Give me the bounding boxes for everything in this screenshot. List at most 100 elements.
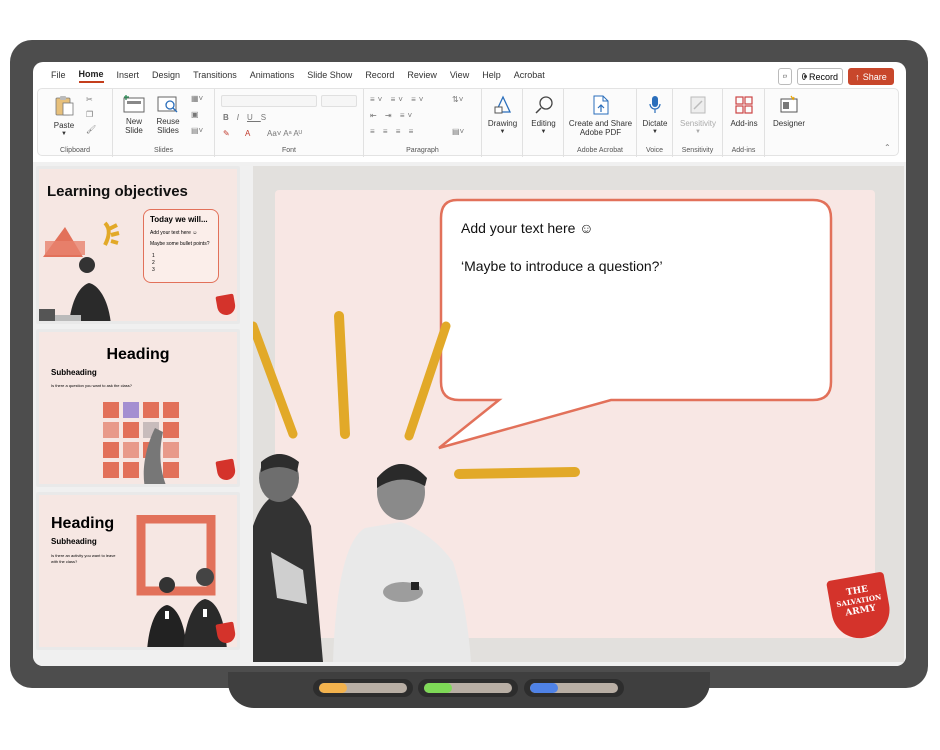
dictate-label: Dictate [642, 119, 668, 128]
thumb1-illustration [39, 221, 120, 321]
add-ins-button[interactable]: Add-ins [725, 95, 763, 128]
thumb1-box-line2: Maybe some bullet points? [150, 241, 210, 247]
bubble-text-line1[interactable]: Add your text here ☺ [461, 220, 594, 236]
font-group-label: Font [281, 147, 296, 154]
layout-icon[interactable]: ▦˅ [191, 94, 203, 103]
tab-animations[interactable]: Animations [250, 68, 295, 82]
marker-orange-icon [313, 679, 413, 697]
group-sensitivity: Sensitivity ▼ Sensitivity [673, 89, 723, 157]
section-icon[interactable]: ▤˅ [191, 126, 203, 135]
text-format-buttons[interactable]: BIUS [223, 113, 274, 122]
tab-transitions[interactable]: Transitions [193, 68, 237, 82]
font-name-dropdown[interactable] [221, 95, 317, 107]
editing-label: Editing [531, 119, 556, 128]
align-buttons[interactable]: ≡ ≡ ≡ ≡ [370, 127, 416, 136]
columns-icon[interactable]: ▤˅ [452, 127, 464, 136]
new-slide-button[interactable]: New Slide [119, 95, 149, 135]
create-share-pdf-label: Create and Share Adobe PDF [568, 119, 633, 137]
group-font: BIUS ✎ A Aa˅ Aᵃ Aᵁ Font [215, 89, 364, 157]
drawing-button[interactable]: Drawing ▼ [484, 95, 521, 137]
adobe-acrobat-group-label: Adobe Acrobat [577, 147, 623, 154]
slide-thumbnail-1[interactable]: Learning objectives Today we will... Add… [36, 166, 240, 324]
reuse-slides-icon [157, 96, 178, 113]
editing-button[interactable]: Editing ▼ [525, 95, 562, 137]
voice-group-label: Voice [645, 147, 664, 154]
drawing-icon [494, 95, 511, 114]
add-ins-icon [735, 96, 753, 114]
tab-record[interactable]: Record [365, 68, 394, 82]
copy-icon[interactable]: ❐ [86, 110, 93, 119]
record-label: Record [808, 71, 838, 82]
sensitivity-label: Sensitivity [679, 119, 716, 128]
share-icon: ↑ [855, 71, 860, 82]
drawing-label: Drawing [487, 119, 518, 128]
format-painter-icon[interactable]: 🖌 [86, 125, 96, 134]
font-size-dropdown[interactable] [321, 95, 357, 107]
tab-slide-show[interactable]: Slide Show [307, 68, 352, 82]
thumb1-box-title: Today we will... [150, 215, 208, 224]
sensitivity-button[interactable]: Sensitivity ▼ [675, 95, 721, 137]
microphone-icon [649, 96, 661, 113]
thumb2-subheading: Subheading [51, 368, 97, 377]
new-slide-label: New Slide [125, 117, 143, 135]
group-clipboard: Paste ▼ ✂ ❐ 🖌 Clipboard [38, 89, 113, 157]
tab-view[interactable]: View [450, 68, 469, 82]
search-icon [534, 96, 553, 114]
collapse-ribbon-icon[interactable]: ⌃ [884, 143, 891, 152]
share-button[interactable]: ↑ Share [848, 68, 894, 85]
create-share-pdf-button[interactable]: Create and Share Adobe PDF [566, 95, 635, 137]
tab-help[interactable]: Help [482, 68, 501, 82]
clipboard-group-label: Clipboard [60, 147, 90, 154]
paragraph-group-label: Paragraph [406, 147, 439, 154]
reuse-slides-label: Reuse Slides [156, 117, 180, 135]
paste-button[interactable]: Paste ▼ [48, 95, 80, 139]
workspace: Learning objectives Today we will... Add… [33, 162, 906, 666]
tab-home[interactable]: Home [78, 67, 104, 83]
bubble-text-line2[interactable]: ‘Maybe to introduce a question?’ [461, 258, 663, 274]
photo-people [253, 454, 471, 662]
new-slide-icon [123, 95, 145, 113]
indent-buttons[interactable]: ⇤ ⇥ ≡˅ [370, 111, 415, 120]
marker-green-icon [418, 679, 518, 697]
designer-label: Designer [772, 119, 805, 128]
font-size-buttons[interactable]: Aa˅ Aᵃ Aᵁ [267, 129, 302, 138]
add-ins-label: Add-ins [730, 119, 758, 128]
highlight-icon[interactable]: ✎ [223, 129, 230, 138]
slide-thumbnail-2[interactable]: Heading Subheading Is there a question y… [36, 329, 240, 487]
tab-acrobat[interactable]: Acrobat [514, 68, 545, 82]
group-paragraph: ≡˅ ≡˅ ≡˅ ⇅˅ ⇤ ⇥ ≡˅ ≡ ≡ ≡ ≡ ▤˅ Paragraph [364, 89, 482, 157]
tab-design[interactable]: Design [152, 68, 180, 82]
group-drawing: Drawing ▼ [482, 89, 523, 157]
main-slide[interactable]: Add your text here ☺ ‘Maybe to introduce… [253, 166, 904, 662]
thumb2-sticky-notes [103, 402, 179, 484]
font-color-icon[interactable]: A [245, 129, 250, 138]
thumb1-title: Learning objectives [47, 183, 188, 200]
text-direction-icon[interactable]: ⇅˅ [452, 95, 463, 104]
thumb1-box: Today we will... Add your text here ☺ Ma… [143, 209, 219, 283]
group-add-ins: Add-ins Add-ins [723, 89, 765, 157]
designer-button[interactable]: Designer [767, 95, 811, 128]
pdf-icon [593, 95, 608, 115]
designer-icon [780, 95, 798, 113]
paste-label: Paste [53, 121, 75, 130]
group-editing: Editing ▼ [523, 89, 564, 157]
ribbon-tabs: File Home Insert Design Transitions Anim… [33, 62, 906, 88]
add-ins-group-label: Add-ins [731, 147, 756, 154]
dictate-button[interactable]: Dictate ▼ [639, 95, 671, 137]
marker-blue-icon [524, 679, 624, 697]
tab-file[interactable]: File [51, 68, 66, 82]
reset-icon[interactable]: ▣ [191, 110, 199, 119]
list-buttons[interactable]: ≡˅ ≡˅ ≡˅ [370, 95, 426, 104]
slide-thumbnail-3[interactable]: Heading Subheading Is there an activity … [36, 492, 240, 650]
thumb2-title: Heading [106, 346, 170, 363]
comments-icon[interactable] [778, 68, 792, 85]
reuse-slides-button[interactable]: Reuse Slides [151, 95, 185, 135]
tab-review[interactable]: Review [407, 68, 437, 82]
thumb3-illustration [136, 515, 227, 647]
device-mockup: File Home Insert Design Transitions Anim… [0, 0, 940, 750]
share-label: Share [862, 71, 887, 82]
slide-graphics [253, 198, 833, 662]
cut-icon[interactable]: ✂ [86, 95, 93, 104]
record-button[interactable]: Record [797, 68, 843, 85]
tab-insert[interactable]: Insert [117, 68, 140, 82]
